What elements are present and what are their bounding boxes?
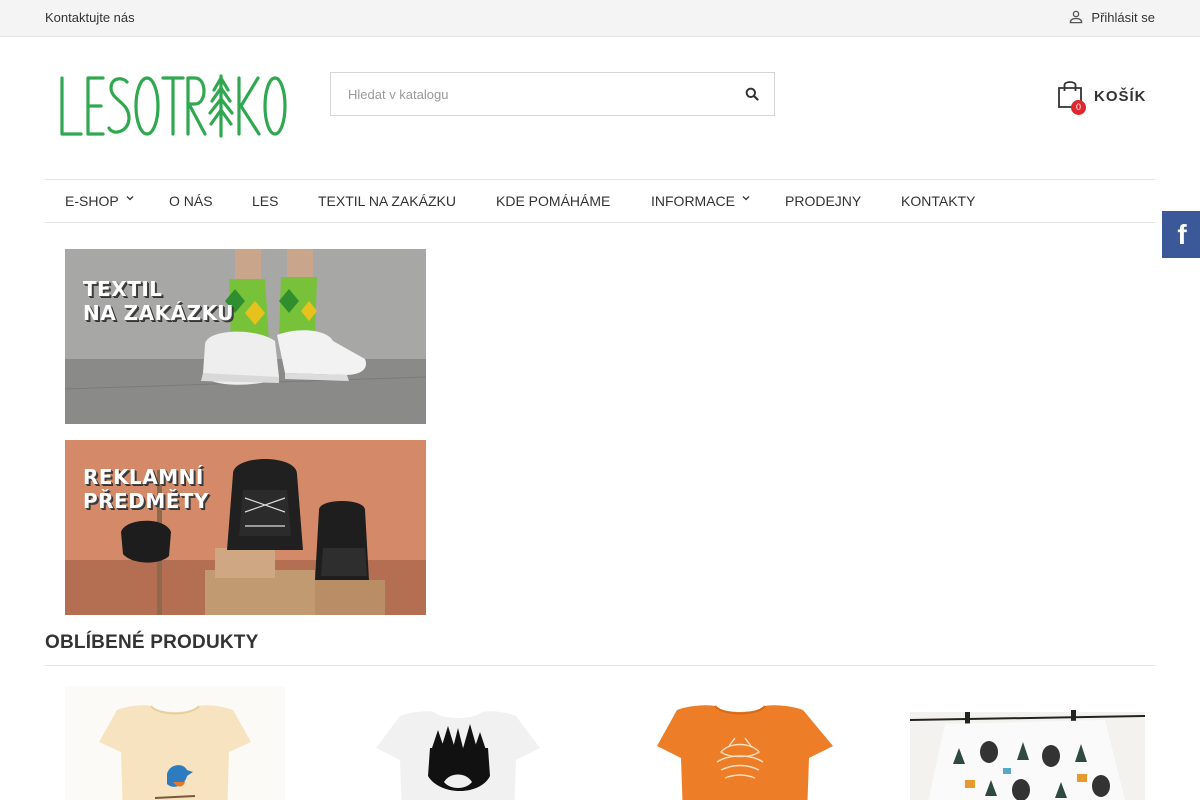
product-card[interactable] [55, 686, 295, 800]
nav-item-label: INFORMACE [651, 193, 735, 209]
banner-title: REKLAMNÍ PŘEDMĚTY [83, 465, 209, 513]
cart-count-badge: 0 [1071, 100, 1086, 115]
cart-button[interactable]: 0 KOŠÍK [1056, 74, 1156, 115]
login-label: Přihlásit se [1091, 9, 1155, 25]
product-image-orange-tshirt [625, 686, 865, 800]
product-card[interactable] [905, 686, 1145, 800]
section-title: OBLÍBENÉ PRODUKTY [45, 632, 259, 653]
facebook-button[interactable]: f [1162, 211, 1200, 258]
search-input[interactable] [331, 73, 731, 115]
nav-item-prodejny[interactable]: PRODEJNY [785, 193, 861, 209]
nav-item-label: KONTAKTY [901, 193, 976, 209]
lesotriko-logo [60, 74, 287, 138]
nav-item-textil-na-zakazku[interactable]: TEXTIL NA ZAKÁZKU [318, 193, 456, 209]
nav-item-label: E-SHOP [65, 193, 119, 209]
shopping-bag-icon: 0 [1056, 79, 1086, 115]
search-button[interactable] [730, 73, 774, 115]
top-bar: Kontaktujte nás Přihlásit se [0, 0, 1200, 37]
nav-item-kde-pomahame[interactable]: KDE POMÁHÁME [496, 193, 610, 209]
nav-item-les[interactable]: LES [252, 193, 278, 209]
section-divider [45, 665, 1155, 666]
facebook-icon: f [1177, 218, 1187, 250]
nav-item-label: LES [252, 193, 279, 209]
banner-title-line1: TEXTIL [83, 277, 163, 301]
nav-item-label: PRODEJNY [785, 193, 862, 209]
banner-title-line1: REKLAMNÍ [83, 465, 204, 489]
user-icon [1070, 10, 1083, 24]
banner-textil-na-zakazku[interactable]: TEXTIL NA ZAKÁZKU [65, 249, 426, 424]
cart-label: KOŠÍK [1094, 87, 1147, 105]
nav-item-eshop[interactable]: E-SHOP [65, 193, 135, 209]
nav-item-label: KDE POMÁHÁME [496, 193, 611, 209]
banner-reklamni-predmety[interactable]: REKLAMNÍ PŘEDMĚTY [65, 440, 426, 615]
product-image-kingfisher-tshirt [65, 686, 285, 800]
product-card[interactable] [340, 686, 580, 800]
product-image-bear-skirt [905, 686, 1145, 800]
nav-item-kontakty[interactable]: KONTAKTY [901, 193, 975, 209]
login-link[interactable]: Přihlásit se [1067, 8, 1155, 26]
nav-item-informace[interactable]: INFORMACE [651, 193, 751, 209]
main-navigation: E-SHOP O NÁS LES TEXTIL NA ZAKÁZKU KDE P… [45, 179, 1155, 223]
chevron-down-icon [126, 196, 134, 201]
banner-title-line2: PŘEDMĚTY [83, 489, 210, 513]
search-box [330, 72, 775, 116]
product-card[interactable] [625, 686, 865, 800]
nav-item-o-nas[interactable]: O NÁS [169, 193, 213, 209]
contact-link[interactable]: Kontaktujte nás [45, 10, 135, 25]
product-image-forest-tshirt [340, 686, 580, 800]
banner-title-line2: NA ZAKÁZKU [83, 301, 235, 325]
banner-socks-image [65, 249, 426, 424]
banner-title: TEXTIL NA ZAKÁZKU [83, 277, 234, 325]
nav-item-label: O NÁS [169, 193, 213, 209]
nav-item-label: TEXTIL NA ZAKÁZKU [318, 193, 456, 209]
site-logo[interactable] [55, 68, 290, 146]
search-icon [745, 87, 759, 101]
chevron-down-icon [742, 196, 750, 201]
